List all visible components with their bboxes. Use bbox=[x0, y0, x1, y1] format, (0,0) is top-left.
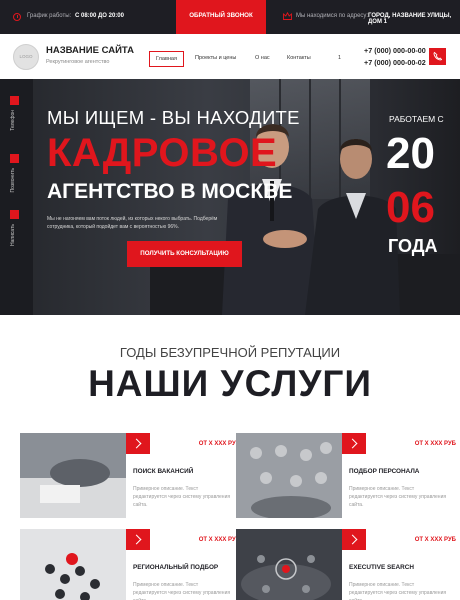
service-link[interactable] bbox=[126, 529, 150, 550]
since-year-bottom: 06 bbox=[386, 183, 435, 232]
phone-secondary[interactable]: +7 (000) 000-00-02 bbox=[364, 57, 426, 69]
nav-home[interactable]: Главная bbox=[149, 51, 184, 67]
service-title[interactable]: ПОИСК ВАКАНСИЙ bbox=[126, 462, 240, 482]
site-header: LOGO НАЗВАНИЕ САЙТА Рекрутинговое агентс… bbox=[0, 34, 460, 79]
arrow-right-icon bbox=[131, 534, 142, 545]
hours-label: График работы: bbox=[27, 13, 72, 19]
hero-headline: КАДРОВОЕ bbox=[47, 131, 278, 175]
hero-tagline: МЫ ИЩЕМ - ВЫ НАХОДИТЕ bbox=[47, 107, 300, 128]
call-icon bbox=[10, 154, 19, 163]
service-photo bbox=[236, 529, 342, 600]
service-card[interactable]: ОТ Х ХХХ РУБ ПОДБОР ПЕРСОНАЛА Примерное … bbox=[236, 433, 456, 518]
service-price: ОТ Х ХХХ РУБ bbox=[414, 537, 456, 543]
hours-value: С 08:00 ДО 20:00 bbox=[75, 13, 124, 19]
services-kicker: ГОДЫ БЕЗУПРЕЧНОЙ РЕПУТАЦИИ bbox=[119, 345, 341, 360]
phone-icon bbox=[10, 96, 19, 105]
service-link[interactable] bbox=[342, 529, 366, 550]
service-photo bbox=[20, 529, 126, 600]
since-suffix: ГОДА bbox=[388, 236, 438, 256]
nav-contacts[interactable]: Контакты bbox=[287, 51, 311, 67]
service-price: ОТ Х ХХХ РУБ bbox=[198, 537, 240, 543]
arrow-right-icon bbox=[131, 438, 142, 449]
nav-more[interactable]: 1 bbox=[338, 51, 341, 67]
service-link[interactable] bbox=[126, 433, 150, 454]
service-desc: Примерное описание. Текст редактируется … bbox=[349, 582, 447, 600]
clock-icon bbox=[13, 13, 21, 21]
nav-projects[interactable]: Проекты и цены bbox=[195, 51, 236, 67]
service-photo bbox=[236, 433, 342, 518]
phone-primary[interactable]: +7 (000) 000-00-00 bbox=[364, 45, 426, 57]
callback-button[interactable]: ОБРАТНЫЙ ЗВОНОК bbox=[176, 0, 266, 34]
side-label-phone: Телефон bbox=[10, 110, 16, 131]
service-title[interactable]: РЕГИОНАЛЬНЫЙ ПОДБОР bbox=[126, 558, 240, 578]
service-price: ОТ Х ХХХ РУБ bbox=[198, 441, 240, 447]
hero-subheadline: АГЕНТСТВО В МОСКВЕ bbox=[47, 180, 293, 203]
consultation-button[interactable]: ПОЛУЧИТЬ КОНСУЛЬТАЦИЮ bbox=[127, 241, 242, 267]
service-card[interactable]: ОТ Х ХХХ РУБ EXECUTIVE SEARCH Примерное … bbox=[236, 529, 456, 600]
logo[interactable]: LOGO bbox=[13, 44, 39, 70]
mail-icon bbox=[10, 210, 19, 219]
service-card[interactable]: ОТ Х ХХХ РУБ РЕГИОНАЛЬНЫЙ ПОДБОР Примерн… bbox=[20, 529, 240, 600]
side-label-call: Позвонить bbox=[10, 168, 16, 193]
location-value: ГОРОД, НАЗВАНИЕ УЛИЦЫ, ДОМ 1 bbox=[368, 13, 452, 25]
service-photo bbox=[20, 433, 126, 518]
phone-icon bbox=[433, 51, 443, 61]
since-year-top: 20 bbox=[386, 129, 435, 178]
arrow-right-icon bbox=[347, 534, 358, 545]
phone-numbers: +7 (000) 000-00-00 +7 (000) 000-00-02 bbox=[364, 45, 426, 69]
service-title[interactable]: EXECUTIVE SEARCH bbox=[342, 558, 456, 578]
service-card[interactable]: ОТ Х ХХХ РУБ ПОИСК ВАКАНСИЙ Примерное оп… bbox=[20, 433, 240, 518]
service-link[interactable] bbox=[342, 433, 366, 454]
arrow-right-icon bbox=[347, 438, 358, 449]
services-title: НАШИ УСЛУГИ bbox=[88, 363, 372, 404]
since-label: РАБОТАЕМ С bbox=[389, 114, 444, 124]
hero-description: Мы не нагоняем вам поток людей, из котор… bbox=[47, 216, 218, 230]
service-desc: Примерное описание. Текст редактируется … bbox=[349, 486, 447, 508]
service-title[interactable]: ПОДБОР ПЕРСОНАЛА bbox=[342, 462, 456, 482]
site-title[interactable]: НАЗВАНИЕ САЙТА bbox=[46, 45, 134, 56]
site-subtitle: Рекрутинговое агентство bbox=[46, 59, 110, 65]
service-desc: Примерное описание. Текст редактируется … bbox=[133, 486, 231, 508]
phone-button[interactable] bbox=[429, 48, 446, 65]
side-rail: Телефон Позвонить Написать bbox=[0, 79, 33, 315]
location-label: Мы находимся по адресу: bbox=[296, 13, 369, 19]
crown-icon bbox=[283, 12, 292, 20]
nav-about[interactable]: О нас bbox=[255, 51, 270, 67]
service-price: ОТ Х ХХХ РУБ bbox=[414, 441, 456, 447]
side-label-write: Написать bbox=[10, 224, 16, 246]
service-desc: Примерное описание. Текст редактируется … bbox=[133, 582, 231, 600]
top-bar: График работы: С 08:00 ДО 20:00 ОБРАТНЫЙ… bbox=[0, 0, 460, 34]
